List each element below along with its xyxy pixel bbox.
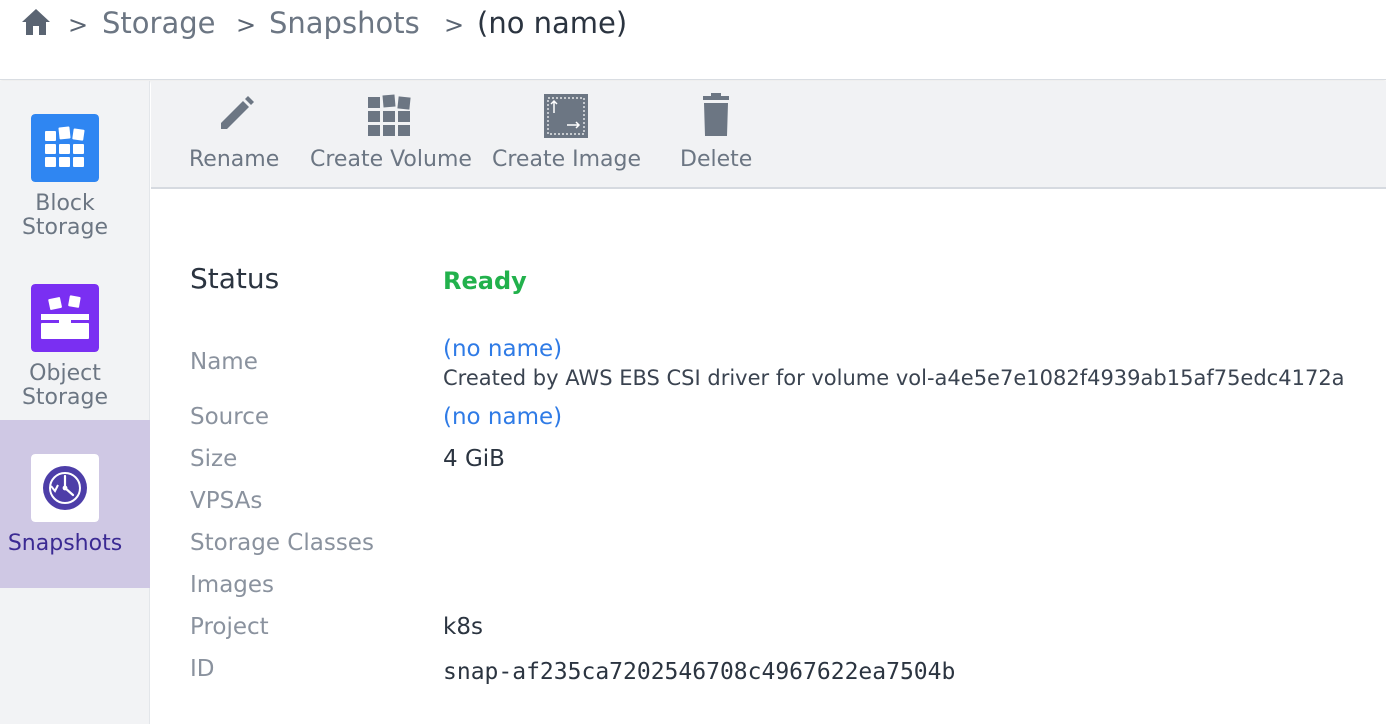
delete-button[interactable]: Delete bbox=[679, 81, 755, 187]
rename-button[interactable]: Rename bbox=[189, 81, 285, 187]
storage-classes-label: Storage Classes bbox=[190, 530, 374, 556]
id-label: ID bbox=[190, 656, 215, 682]
image-frame-icon bbox=[544, 94, 588, 138]
toolbar: Rename Create Volume Create Image Delete bbox=[151, 81, 1386, 189]
breadcrumb-snapshots[interactable]: Snapshots bbox=[269, 6, 420, 40]
breadcrumb-separator: > bbox=[236, 11, 257, 39]
id-value: snap-af235ca7202546708c4967622ea7504b bbox=[443, 659, 956, 685]
name-value[interactable]: (no name) bbox=[443, 336, 562, 362]
object-storage-icon bbox=[31, 284, 99, 352]
name-description: Created by AWS EBS CSI driver for volume… bbox=[443, 366, 1345, 390]
images-label: Images bbox=[190, 572, 275, 598]
name-label: Name bbox=[190, 349, 258, 375]
sidebar-label-line: Storage bbox=[21, 215, 109, 240]
sidebar-label-line: Storage bbox=[21, 385, 109, 410]
status-label: Status bbox=[190, 262, 280, 295]
sidebar-item-object-storage[interactable]: Object Storage bbox=[0, 251, 150, 419]
sidebar: Block Storage Object Storage Snapshots bbox=[0, 81, 150, 724]
pencil-icon bbox=[221, 96, 254, 129]
breadcrumb: > Storage > Snapshots > (no name) bbox=[0, 0, 1386, 80]
breadcrumb-separator: > bbox=[444, 11, 465, 39]
project-value: k8s bbox=[443, 614, 483, 640]
sidebar-item-label: Block Storage bbox=[0, 192, 130, 240]
create-volume-button[interactable]: Create Volume bbox=[310, 81, 476, 187]
size-value: 4 GiB bbox=[443, 446, 505, 472]
home-icon[interactable] bbox=[20, 6, 52, 38]
status-badge: Ready bbox=[443, 267, 527, 295]
source-link[interactable]: (no name) bbox=[443, 404, 562, 430]
sidebar-item-snapshots[interactable]: Snapshots bbox=[0, 420, 150, 588]
blocks-grid-icon bbox=[368, 94, 411, 136]
size-label: Size bbox=[190, 446, 238, 472]
create-volume-label: Create Volume bbox=[310, 147, 472, 172]
trash-icon bbox=[703, 93, 729, 136]
sidebar-label-line: Block bbox=[35, 191, 95, 216]
sidebar-item-label: Snapshots bbox=[0, 532, 130, 556]
snapshot-details: Status Ready Name (no name) Created by A… bbox=[151, 190, 1386, 724]
source-label: Source bbox=[190, 404, 269, 430]
project-label: Project bbox=[190, 614, 269, 640]
breadcrumb-storage[interactable]: Storage bbox=[102, 6, 215, 40]
breadcrumb-current: (no name) bbox=[477, 6, 628, 40]
sidebar-label-line: Object bbox=[29, 361, 101, 386]
sidebar-item-block-storage[interactable]: Block Storage bbox=[0, 81, 150, 249]
snapshots-icon bbox=[31, 454, 99, 522]
block-storage-icon bbox=[31, 114, 99, 182]
create-image-label: Create Image bbox=[492, 147, 641, 172]
rename-label: Rename bbox=[189, 147, 280, 172]
breadcrumb-separator: > bbox=[68, 11, 89, 39]
create-image-button[interactable]: Create Image bbox=[492, 81, 648, 187]
sidebar-item-label: Object Storage bbox=[0, 362, 130, 410]
vpsas-label: VPSAs bbox=[190, 488, 263, 514]
sidebar-label-line: Snapshots bbox=[7, 531, 123, 556]
delete-label: Delete bbox=[680, 147, 753, 172]
